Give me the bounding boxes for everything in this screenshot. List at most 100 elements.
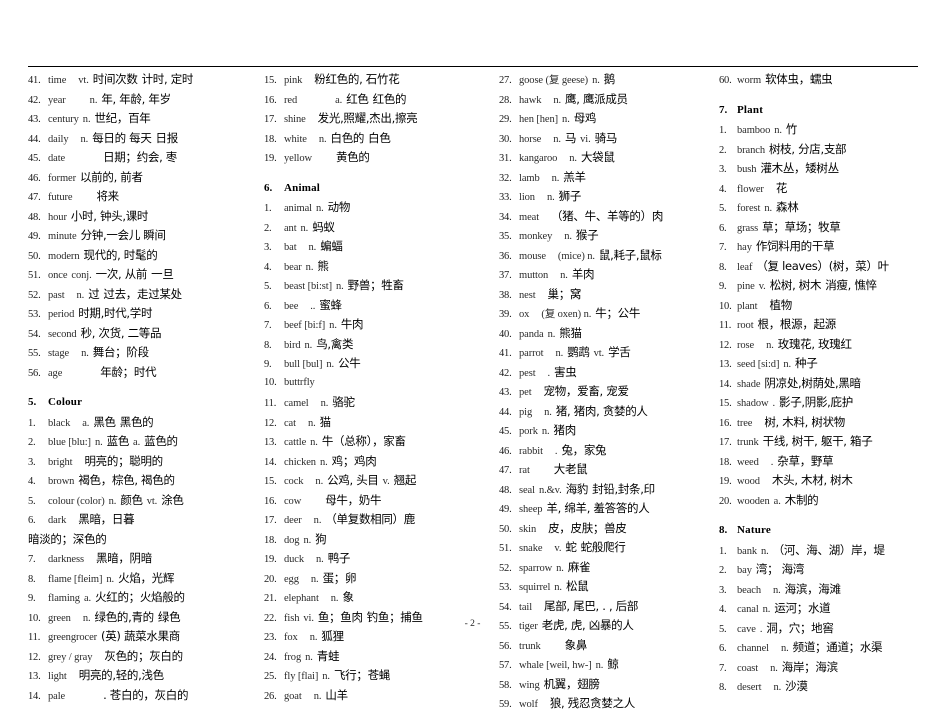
entry-pos-1: n. [774, 125, 782, 136]
entry-body: pink 粉红色的, 石竹花 [284, 73, 493, 87]
entry-headword: minute [48, 231, 77, 242]
entry-number: 2. [28, 437, 36, 448]
entry-headword: wing [519, 679, 540, 691]
entry-number: 1. [719, 545, 727, 557]
entry-pos-1: a. [83, 593, 92, 604]
entry-pos-1: n. [555, 348, 564, 359]
entry-headword: pig [519, 406, 533, 418]
entry-number: 19. [264, 153, 277, 164]
entry-number: 56. [28, 367, 41, 379]
entry-body: bear n. 熊 [284, 260, 493, 274]
entry-number: 58. [499, 679, 512, 691]
entry-body: time vt. 时间次数 计时, 定时 [48, 72, 258, 87]
entry-definition-1: 褐色，棕色, 褐色的 [78, 473, 175, 487]
entry-number: 16. [719, 417, 732, 429]
entry-number: 47. [499, 465, 512, 476]
entry-body: wolf 狼, 残忍贪婪之人 [519, 697, 713, 711]
entry-headword: squirrel [519, 582, 551, 593]
entry-number: 59. [499, 699, 512, 710]
entry-headword: skin [519, 523, 537, 535]
entry-number: 21. [264, 593, 277, 604]
entry-headword: parrot [519, 348, 544, 359]
entry-pos-1: a. [773, 495, 781, 507]
entry-pos-1: . [772, 398, 776, 409]
entry-pos-1: n. [320, 398, 329, 409]
entry-definition-1: 分钟,一会儿 瞬间 [80, 228, 166, 242]
entry-body: light 明亮的,轻的,浅色 [48, 669, 258, 683]
entry-body: sparrow n. 麻雀 [519, 561, 713, 575]
entry-pos-1: n. [309, 632, 318, 643]
entry-definition-1: 软体虫，蠕虫 [765, 72, 833, 86]
entry-headword: pet [519, 387, 532, 398]
entry-headword: cattle [284, 437, 307, 448]
vocab-entry: 12. rose n. 玫瑰花, 玫瑰红 [719, 338, 920, 359]
entry-definition-1: 大袋鼠 [580, 150, 615, 164]
entry-pos-1: n. [307, 417, 316, 429]
vocab-entry: 23. fox n. 狐狸 [264, 630, 493, 651]
entry-number: 4. [264, 261, 272, 273]
entry-pos-1: . [547, 367, 551, 379]
entry-definition-2: 封铅,封条,印 [592, 481, 655, 496]
entry-definition-1: 猪, 猪肉, 贪婪的人 [555, 403, 648, 418]
entry-number: 36. [499, 250, 512, 262]
entry-pos-1: n. [544, 406, 552, 418]
entry-number: 13. [264, 437, 277, 448]
entry-pos-1: n. [595, 660, 604, 671]
vocab-entry: 3. bush 灌木丛，矮树丛 [719, 162, 920, 183]
entry-body: cow 母牛，奶牛 [284, 494, 493, 508]
entry-number: 35. [499, 231, 512, 242]
entry-body: forest n. 森林 [737, 201, 920, 215]
entry-number: 12. [28, 651, 41, 663]
entry-body: weed. 杂草，野草 [737, 455, 920, 469]
entry-headword: sparrow [519, 562, 553, 574]
entry-headword: pink [284, 75, 303, 86]
entry-number: 47. [28, 192, 41, 203]
entry-number: 11. [264, 398, 277, 409]
entry-definition-1: 树, 木料, 树状物 [764, 414, 845, 429]
entry-headword: red [284, 94, 298, 106]
entry-number: 46. [499, 445, 512, 457]
entry-definition-1: 鸟,禽类 [316, 336, 354, 351]
entry-definition-1: 灰色的；灰白的 [104, 648, 183, 663]
entry-number: 32. [499, 172, 512, 184]
entry-pos-1: n. [81, 348, 89, 359]
entry-headword: blue [blu:] [48, 437, 91, 448]
vocab-entry: 8. bird n. 鸟,禽类 [264, 336, 493, 359]
entry-body: rat 大老鼠 [519, 463, 713, 477]
entry-headword: buttrfly [284, 376, 315, 388]
entry-headword: nest [519, 289, 536, 301]
entry-headword: canal [737, 604, 759, 615]
entry-body: tree 树, 木料, 树状物 [737, 414, 920, 430]
entry-definition-1: 木制的 [784, 492, 819, 507]
entry-number: 4. [28, 476, 36, 487]
entry-definition-1: 青蛙 [316, 648, 340, 663]
entry-pos-1: n. [305, 261, 314, 273]
entry-number: 2. [719, 565, 727, 576]
entry-headword: tail [519, 601, 533, 613]
entry-pos-1: n. [546, 192, 555, 203]
entry-definition-1: 木头, 木材, 树木 [771, 473, 853, 487]
entry-number: 41. [499, 348, 512, 359]
entry-definition-1: 熊猫 [559, 325, 582, 340]
entry-number: 13. [719, 359, 732, 370]
entry-headword: daily [48, 133, 69, 145]
entry-body: bull [bul] n. 公牛 [284, 357, 493, 371]
vocab-entry: 46. rabbit. 兔，家兔 [499, 444, 713, 465]
entry-pos-1: n. [553, 133, 561, 145]
entry-definition-1: 海豹 [565, 481, 589, 496]
entry-body: lion n. 狮子 [519, 190, 713, 204]
entry-body: shade 阴凉处,树荫处,黑暗 [737, 377, 920, 391]
entry-definition-1: 时间次数 [92, 72, 138, 86]
entry-definition-1: 鸭子 [327, 551, 351, 565]
vocab-entry: 19. yellow 黄色的 [264, 151, 493, 172]
entry-definition-1: 白色的 [330, 130, 365, 145]
entry-definition-1: 野兽；牲畜 [347, 278, 404, 292]
entry-headword: camel [284, 398, 309, 409]
entry-definition-1: 火红的；火焰般的 [95, 590, 185, 604]
entry-pos-2: vi. [580, 133, 591, 145]
vocab-entry: 19. duck n. 鸭子 [264, 551, 493, 573]
entry-pos-1: . [770, 456, 774, 468]
entry-number: 6. [264, 300, 272, 312]
entry-body: mutton n. 羊肉 [519, 268, 713, 282]
entry-definition-1: 蓝色 [106, 434, 130, 448]
